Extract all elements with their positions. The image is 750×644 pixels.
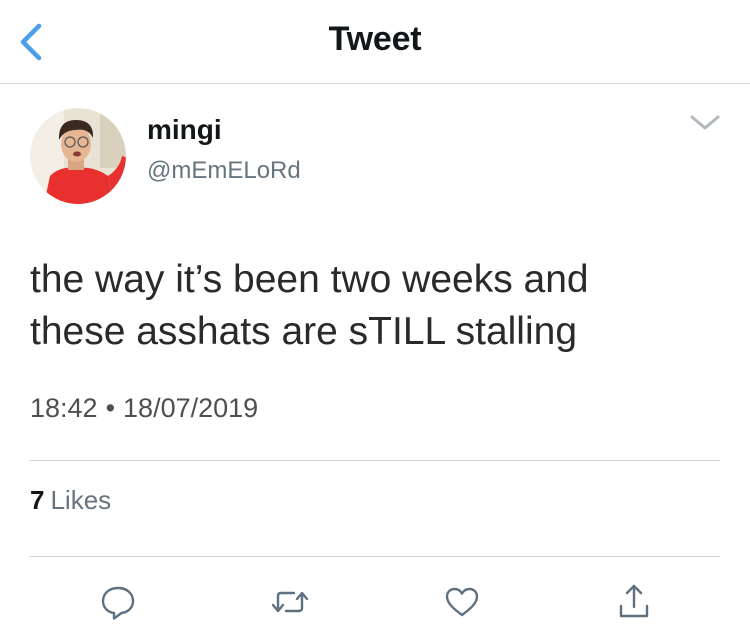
reply-button[interactable] [96,580,140,624]
user-handle[interactable]: @mEmELoRd [147,157,301,185]
timestamp-separator: • [105,393,116,423]
more-options-button[interactable] [686,108,724,136]
like-button[interactable] [440,580,484,624]
likes-label: Likes [50,485,112,515]
divider [30,460,720,461]
likes-count: 7 [30,485,45,515]
likes-stat[interactable]: 7 Likes [30,485,111,516]
divider [30,556,720,557]
heart-icon [445,587,479,617]
tweet-date: 18/07/2019 [123,393,259,423]
page-title: Tweet [328,20,422,58]
tweet-time: 18:42 [30,393,98,423]
tweet-timestamp: 18:42 • 18/07/2019 [30,393,258,424]
chevron-down-icon [690,115,720,130]
tweet-text-line: these asshats are sTILL stalling [30,310,578,353]
avatar[interactable] [30,108,126,204]
tweet-text-line: the way it’s been two weeks and [30,258,589,301]
profile-photo [30,108,126,204]
display-name[interactable]: mingi [147,114,222,146]
share-icon [619,584,649,618]
nav-bar: Tweet [0,0,750,84]
retweet-button[interactable] [268,580,312,624]
reply-icon [101,586,135,620]
tweet-text: the way it’s been two weeks and these as… [30,254,720,358]
share-button[interactable] [612,580,656,624]
retweet-icon [271,591,309,613]
